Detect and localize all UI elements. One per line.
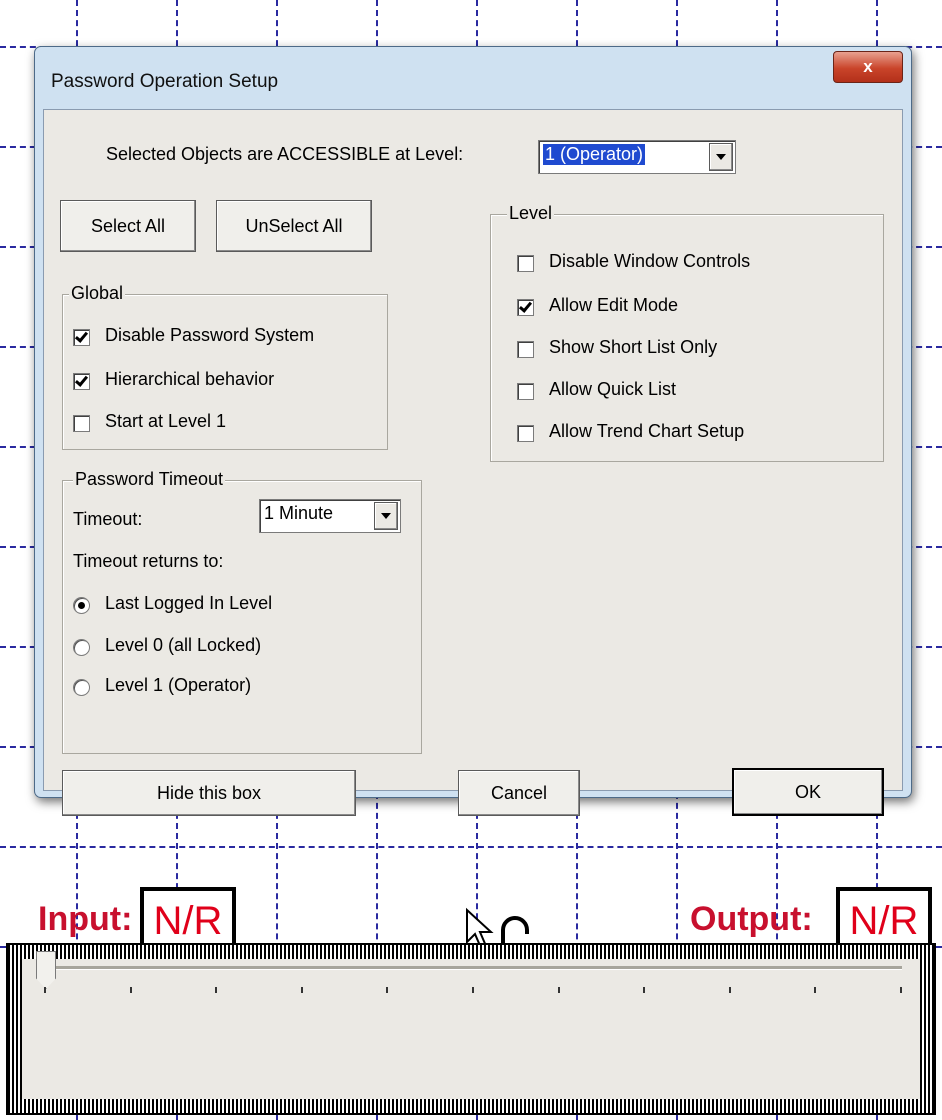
level-group-title: Level <box>507 203 555 224</box>
slider-track[interactable] <box>52 966 902 970</box>
slider-tick <box>900 987 902 993</box>
radio-label: Level 1 (Operator) <box>105 675 252 695</box>
slider-tick <box>44 987 46 993</box>
slider-tick <box>643 987 646 993</box>
level-prompt-label: Selected Objects are ACCESSIBLE at Level… <box>106 144 464 164</box>
checkbox-box[interactable] <box>517 383 534 400</box>
slider-thumb[interactable] <box>36 951 56 989</box>
slider-frame <box>6 943 936 1115</box>
checkbox-box[interactable] <box>517 255 534 272</box>
checkbox-box[interactable] <box>517 425 534 442</box>
dialog-title: Password Operation Setup <box>51 71 279 92</box>
timeout-select[interactable]: 1 Minute <box>259 499 401 533</box>
password-timeout-group: Password Timeout Timeout: 1 Minute Timeo… <box>62 469 422 754</box>
checkbox-box[interactable] <box>73 373 90 390</box>
output-label: Output: <box>690 900 813 938</box>
chevron-down-icon[interactable] <box>374 502 398 530</box>
checkbox-label: Start at Level 1 <box>105 411 227 431</box>
checkbox-label: Show Short List Only <box>549 337 718 357</box>
slider-tick <box>557 987 560 993</box>
ok-button[interactable]: OK <box>732 768 884 816</box>
password-timeout-title: Password Timeout <box>73 469 226 490</box>
radio-label: Last Logged In Level <box>105 593 273 613</box>
slider-tick <box>472 987 474 993</box>
chevron-down-icon[interactable] <box>709 143 733 171</box>
slider-tick <box>129 987 132 993</box>
checkbox-label: Disable Window Controls <box>549 251 751 271</box>
title-bar[interactable]: Password Operation Setup x <box>35 47 911 107</box>
dialog-body: Selected Objects are ACCESSIBLE at Level… <box>43 109 903 816</box>
radio-label: Level 0 (all Locked) <box>105 635 262 655</box>
global-group: Global Disable Password System Hierarchi… <box>62 283 388 450</box>
checkbox-label: Hierarchical behavior <box>105 369 275 389</box>
slider-tick <box>300 987 303 993</box>
timeout-label: Timeout: <box>73 509 143 529</box>
checkbox-box[interactable] <box>73 415 90 432</box>
checkbox-box[interactable] <box>73 329 90 346</box>
close-button[interactable]: x <box>833 51 903 83</box>
hide-box-button[interactable]: Hide this box <box>62 770 356 816</box>
level-select-value: 1 (Operator) <box>543 144 646 165</box>
slider-tick <box>728 987 731 993</box>
checkbox-label: Disable Password System <box>105 325 315 345</box>
level-select[interactable]: 1 (Operator) <box>538 140 736 174</box>
radio-button[interactable] <box>73 679 90 696</box>
slider-tick <box>814 987 817 993</box>
checkbox-label: Allow Quick List <box>549 379 677 399</box>
radio-button[interactable] <box>73 639 90 656</box>
close-icon: x <box>863 57 873 76</box>
radio-button[interactable] <box>73 597 90 614</box>
slider-tick <box>215 987 218 993</box>
timeout-select-value: 1 Minute <box>264 503 334 523</box>
unselect-all-button[interactable]: UnSelect All <box>216 200 372 252</box>
checkbox-label: Allow Edit Mode <box>549 295 679 315</box>
input-label: Input: <box>38 900 133 938</box>
password-setup-dialog: Password Operation Setup x Selected Obje… <box>34 46 912 816</box>
level-group: Level Disable Window Controls Allow Edit… <box>490 203 884 462</box>
slider[interactable] <box>22 951 920 1099</box>
checkbox-box[interactable] <box>517 299 534 316</box>
cancel-button[interactable]: Cancel <box>458 770 580 816</box>
timeout-returns-label: Timeout returns to: <box>73 551 224 571</box>
select-all-button[interactable]: Select All <box>60 200 196 252</box>
global-group-title: Global <box>69 283 126 304</box>
checkbox-label: Allow Trend Chart Setup <box>549 421 745 441</box>
slider-tick <box>386 987 389 993</box>
checkbox-box[interactable] <box>517 341 534 358</box>
